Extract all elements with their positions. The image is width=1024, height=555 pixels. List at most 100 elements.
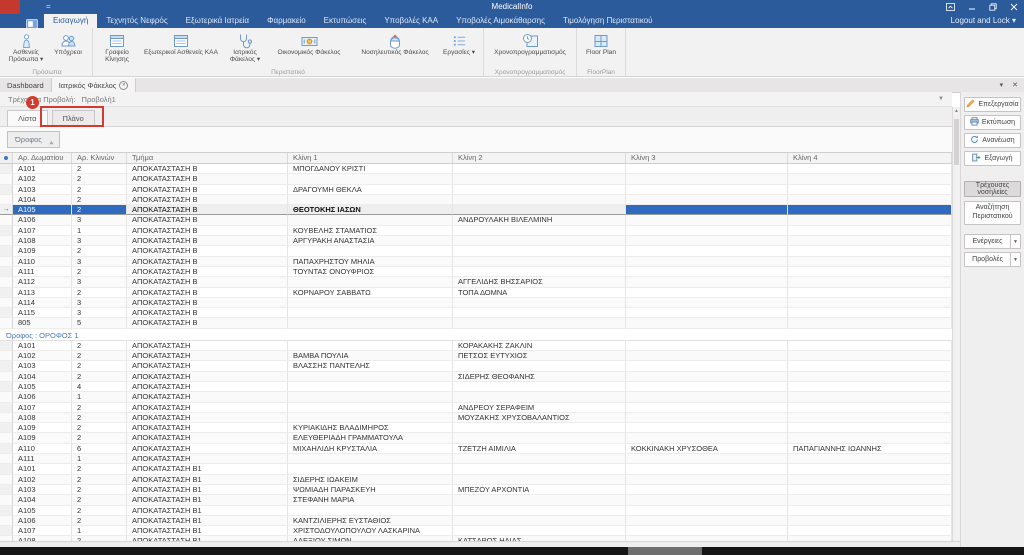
grid-cell[interactable]: ΑΓΓΕΛΙΔΗΣ ΒΗΣΣΑΡΙΟΣ	[453, 277, 626, 287]
grid-cell[interactable]: ΑΡΓΥΡΑΚΗ ΑΝΑΣΤΑΣΙΑ	[288, 236, 453, 246]
grid-cell[interactable]	[626, 495, 788, 505]
grid-cell[interactable]: 2	[72, 495, 127, 505]
grid-cell[interactable]	[453, 454, 626, 464]
grid-cell[interactable]: ΑΠΟΚΑΤΑΣΤΑΣΗ Β	[127, 195, 288, 205]
grid-cell[interactable]: 3	[72, 215, 127, 225]
grid-cell[interactable]: ΑΠΟΚΑΤΑΣΤΑΣΗ Β	[127, 288, 288, 298]
grid-cell[interactable]	[453, 164, 626, 174]
grid-cell[interactable]: ΑΠΟΚΑΤΑΣΤΑΣΗ Β	[127, 257, 288, 267]
grid-cell[interactable]	[626, 246, 788, 256]
grid-row[interactable]: A1052ΑΠΟΚΑΤΑΣΤΑΣΗ Β1	[0, 506, 952, 516]
grid-cell[interactable]: A107	[13, 403, 72, 413]
grid-cell[interactable]: ΑΠΟΚΑΤΑΣΤΑΣΗ Β	[127, 236, 288, 246]
grid-cell[interactable]: A107	[13, 526, 72, 536]
grid-cell[interactable]	[788, 246, 952, 256]
grid-cell[interactable]: 2	[72, 195, 127, 205]
grid-cell[interactable]	[453, 433, 626, 443]
grid-cell[interactable]	[453, 205, 626, 215]
grid-cell[interactable]	[788, 433, 952, 443]
grid-cell[interactable]	[288, 174, 453, 184]
grid-cell[interactable]: ΜΠΟΓΔΑΝΟΥ ΚΡΙΣΤΙ	[288, 164, 453, 174]
grid-cell[interactable]: ΑΠΟΚΑΤΑΣΤΑΣΗ Β1	[127, 526, 288, 536]
grid-row[interactable]: A1132ΑΠΟΚΑΤΑΣΤΑΣΗ ΒΚΟΡΝΑΡΟΥ ΣΑΒΒΑΤΩΤΟΠΑ …	[0, 288, 952, 298]
grid-cell[interactable]: A106	[13, 215, 72, 225]
grid-cell[interactable]: ΒΑΜΒΑ ΠΟΥΛΙΑ	[288, 351, 453, 361]
grid-cell[interactable]	[788, 526, 952, 536]
grid-row[interactable]: A1022ΑΠΟΚΑΤΑΣΤΑΣΗΒΑΜΒΑ ΠΟΥΛΙΑΠΕΤΣΟΣ ΕΥΤΥ…	[0, 351, 952, 361]
grid-cell[interactable]: ΑΠΟΚΑΤΑΣΤΑΣΗ Β1	[127, 464, 288, 474]
grid-cell[interactable]	[788, 195, 952, 205]
grid-cell[interactable]	[288, 403, 453, 413]
grid-cell[interactable]: 2	[72, 174, 127, 184]
current-admissions-button[interactable]: Τρέχουσες νοσηλείες	[964, 181, 1021, 197]
grid-cell[interactable]: ΤΟΥΝΤΑΣ ΟΝΟΥΦΡΙΟΣ	[288, 267, 453, 277]
grid-cell[interactable]: A103	[13, 185, 72, 195]
actions-button[interactable]: Ενέργειες▼	[964, 234, 1021, 249]
grid-cell[interactable]	[288, 277, 453, 287]
grid-cell[interactable]	[626, 382, 788, 392]
outpatients-kaa-button[interactable]: Εξωτερικοί Ασθενείς ΚΑΑ	[138, 30, 224, 56]
grid-cell[interactable]	[626, 341, 788, 351]
grid-cell[interactable]: ΑΠΟΚΑΤΑΣΤΑΣΗ Β	[127, 267, 288, 277]
grid-cell[interactable]	[453, 174, 626, 184]
grid-cell[interactable]	[788, 506, 952, 516]
grid-cell[interactable]	[288, 506, 453, 516]
grid-cell[interactable]	[453, 195, 626, 205]
grid-cell[interactable]: A102	[13, 475, 72, 485]
grid-cell[interactable]	[788, 215, 952, 225]
grid-cell[interactable]	[453, 392, 626, 402]
grid-cell[interactable]: A102	[13, 174, 72, 184]
grid-cell[interactable]: A114	[13, 298, 72, 308]
grid-cell[interactable]: ΑΠΟΚΑΤΑΣΤΑΣΗ Β	[127, 164, 288, 174]
grid-cell[interactable]	[453, 185, 626, 195]
grid-cell[interactable]: ΑΠΟΚΑΤΑΣΤΑΣΗ	[127, 392, 288, 402]
grid-cell[interactable]	[788, 495, 952, 505]
grid-cell[interactable]	[288, 308, 453, 318]
grid-cell[interactable]	[453, 475, 626, 485]
payers-button[interactable]: Υπόχρεοι	[47, 30, 89, 56]
grid-cell[interactable]	[626, 516, 788, 526]
grid-cell[interactable]	[788, 403, 952, 413]
grid-cell[interactable]	[626, 267, 788, 277]
grid-cell[interactable]	[626, 475, 788, 485]
grid-cell[interactable]: ΣΤΕΦΑΝΗ ΜΑΡΙΑ	[288, 495, 453, 505]
grid-row[interactable]: A1123ΑΠΟΚΑΤΑΣΤΑΣΗ ΒΑΓΓΕΛΙΔΗΣ ΒΗΣΣΑΡΙΟΣ	[0, 277, 952, 287]
grid-cell[interactable]	[626, 485, 788, 495]
ribbon-options-icon[interactable]	[946, 3, 955, 11]
grid-row[interactable]: A1012ΑΠΟΚΑΤΑΣΤΑΣΗ Β1	[0, 464, 952, 474]
grid-cell[interactable]: ΑΠΟΚΑΤΑΣΤΑΣΗ Β	[127, 215, 288, 225]
grid-cell[interactable]: A103	[13, 361, 72, 371]
menu-tab-2[interactable]: Εξωτερικά Ιατρεία	[177, 14, 258, 28]
floor-plan-button[interactable]: Floor Plan	[580, 30, 622, 56]
column-header-5[interactable]: Κλίνη 2	[453, 153, 626, 163]
grid-cell[interactable]: A106	[13, 516, 72, 526]
grid-cell[interactable]	[788, 257, 952, 267]
grid-cell[interactable]	[453, 298, 626, 308]
grid-cell[interactable]	[288, 413, 453, 423]
doc-tab-0[interactable]: Dashboard	[0, 78, 52, 92]
grid-cell[interactable]: A105	[13, 205, 72, 215]
refresh-button[interactable]: Ανανέωση	[964, 133, 1021, 148]
group-by-field-chip[interactable]: Όροφος	[7, 131, 60, 148]
grid-cell[interactable]: A104	[13, 195, 72, 205]
grid-cell[interactable]: ΑΠΟΚΑΤΑΣΤΑΣΗ Β	[127, 308, 288, 318]
grid-cell[interactable]: A103	[13, 485, 72, 495]
grid-row[interactable]: A1111ΑΠΟΚΑΤΑΣΤΑΣΗ	[0, 454, 952, 464]
grid-cell[interactable]: 2	[72, 403, 127, 413]
grid-cell[interactable]	[288, 318, 453, 328]
grid-cell[interactable]	[626, 185, 788, 195]
grid-row[interactable]: A1071ΑΠΟΚΑΤΑΣΤΑΣΗ ΒΚΟΥΒΕΛΗΣ ΣΤΑΜΑΤΙΟΣ	[0, 226, 952, 236]
grid-cell[interactable]	[788, 382, 952, 392]
grid-cell[interactable]: ΑΠΟΚΑΤΑΣΤΑΣΗ Β	[127, 298, 288, 308]
grid-cell[interactable]: ΑΝΔΡΟΥΛΑΚΗ ΒΙΛΕΛΜΙΝΗ	[453, 215, 626, 225]
grid-row[interactable]: A1054ΑΠΟΚΑΤΑΣΤΑΣΗ	[0, 382, 952, 392]
grid-cell[interactable]	[288, 392, 453, 402]
grid-cell[interactable]: A106	[13, 392, 72, 402]
grid-cell[interactable]	[453, 226, 626, 236]
grid-cell[interactable]: ΠΑΠΑΧΡΗΣΤΟΥ ΜΗΛΙΑ	[288, 257, 453, 267]
grid-cell[interactable]	[626, 506, 788, 516]
grid-cell[interactable]	[453, 257, 626, 267]
grid-cell[interactable]: 2	[72, 246, 127, 256]
grid-cell[interactable]: ΑΠΟΚΑΤΑΣΤΑΣΗ	[127, 351, 288, 361]
grid-cell[interactable]	[288, 454, 453, 464]
